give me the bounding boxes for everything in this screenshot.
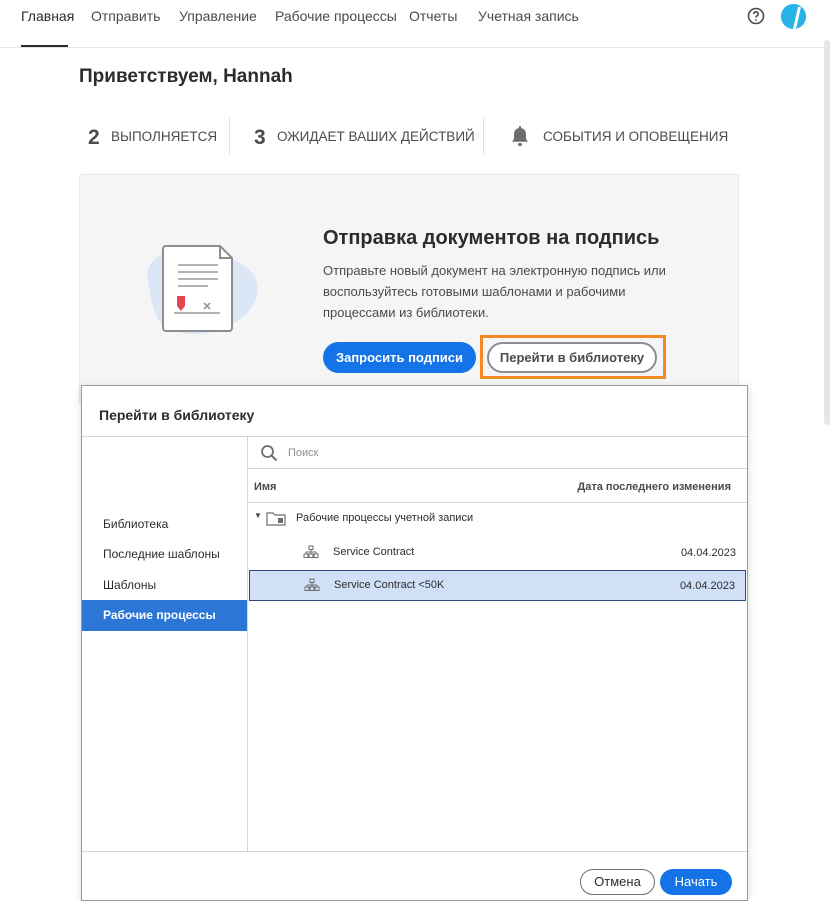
sidebar-item-templates[interactable]: Шаблоны (82, 570, 247, 601)
stat-divider (229, 118, 230, 154)
tab-home[interactable]: Главная (21, 8, 74, 24)
column-header: Имя Дата последнего изменения (248, 469, 747, 503)
card-description: Отправьте новый документ на электронную … (323, 263, 666, 320)
top-navigation: Главная Отправить Управление Рабочие про… (0, 0, 830, 48)
workflow-date: 04.04.2023 (680, 547, 736, 559)
waiting-count: 3 (254, 126, 266, 149)
library-dialog: Перейти в библиотеку Библиотека Последни… (81, 385, 748, 901)
tab-account[interactable]: Учетная запись (478, 8, 579, 24)
column-date-header[interactable]: Дата последнего изменения (577, 481, 731, 493)
folder-row[interactable]: ▼ Рабочие процессы учетной записи (248, 503, 747, 537)
folder-label: Рабочие процессы учетной записи (296, 512, 474, 524)
sidebar-item-library[interactable]: Библиотека (82, 509, 247, 540)
library-sidebar: Библиотека Последние шаблоны Шаблоны Раб… (82, 437, 248, 852)
workflow-icon (303, 545, 319, 558)
events-label: СОБЫТИЯ И ОПОВЕЩЕНИЯ (543, 129, 729, 144)
search-input[interactable] (288, 444, 728, 462)
sidebar-item-recent-templates[interactable]: Последние шаблоны (82, 539, 247, 570)
welcome-heading: Приветствуем, Hannah (79, 66, 293, 87)
workflow-name: Service Contract <50K (334, 579, 445, 591)
bell-icon (512, 126, 528, 146)
start-button[interactable]: Начать (660, 869, 732, 895)
card-title: Отправка документов на подпись (323, 227, 660, 249)
question-circle-icon[interactable] (747, 7, 765, 25)
stat-divider (483, 118, 484, 154)
folder-icon (266, 512, 286, 526)
tab-reports[interactable]: Отчеты (409, 8, 457, 24)
tab-manage[interactable]: Управление (179, 8, 257, 24)
page-scrollbar[interactable] (824, 40, 830, 425)
workflow-date: 04.04.2023 (679, 580, 735, 592)
waiting-label: ОЖИДАЕТ ВАШИХ ДЕЙСТВИЙ (277, 129, 475, 144)
tab-send[interactable]: Отправить (91, 8, 160, 24)
request-signatures-button[interactable]: Запросить подписи (323, 342, 476, 373)
document-illustration-icon (147, 245, 258, 335)
tab-workflows[interactable]: Рабочие процессы (275, 8, 397, 24)
workflow-row[interactable]: Service Contract 04.04.2023 (249, 538, 746, 569)
user-avatar-icon[interactable] (781, 4, 806, 29)
caret-down-icon[interactable]: ▼ (254, 511, 262, 520)
workflow-icon (304, 578, 320, 591)
highlight-box (480, 335, 666, 379)
cancel-button[interactable]: Отмена (580, 869, 655, 895)
in-progress-label: ВЫПОЛНЯЕТСЯ (111, 129, 218, 144)
dialog-body: Библиотека Последние шаблоны Шаблоны Раб… (82, 436, 747, 852)
workflow-row-selected[interactable]: Service Contract <50K 04.04.2023 (249, 570, 746, 601)
in-progress-count: 2 (88, 126, 100, 149)
workflow-name: Service Contract (333, 546, 415, 558)
dialog-title: Перейти в библиотеку (99, 407, 255, 423)
search-bar (248, 437, 747, 469)
search-icon (261, 445, 278, 462)
library-list-pane: Имя Дата последнего изменения ▼ Рабочие … (248, 437, 747, 852)
sidebar-item-workflows[interactable]: Рабочие процессы (82, 600, 247, 631)
active-tab-indicator (21, 45, 68, 47)
column-name-header[interactable]: Имя (254, 481, 276, 493)
